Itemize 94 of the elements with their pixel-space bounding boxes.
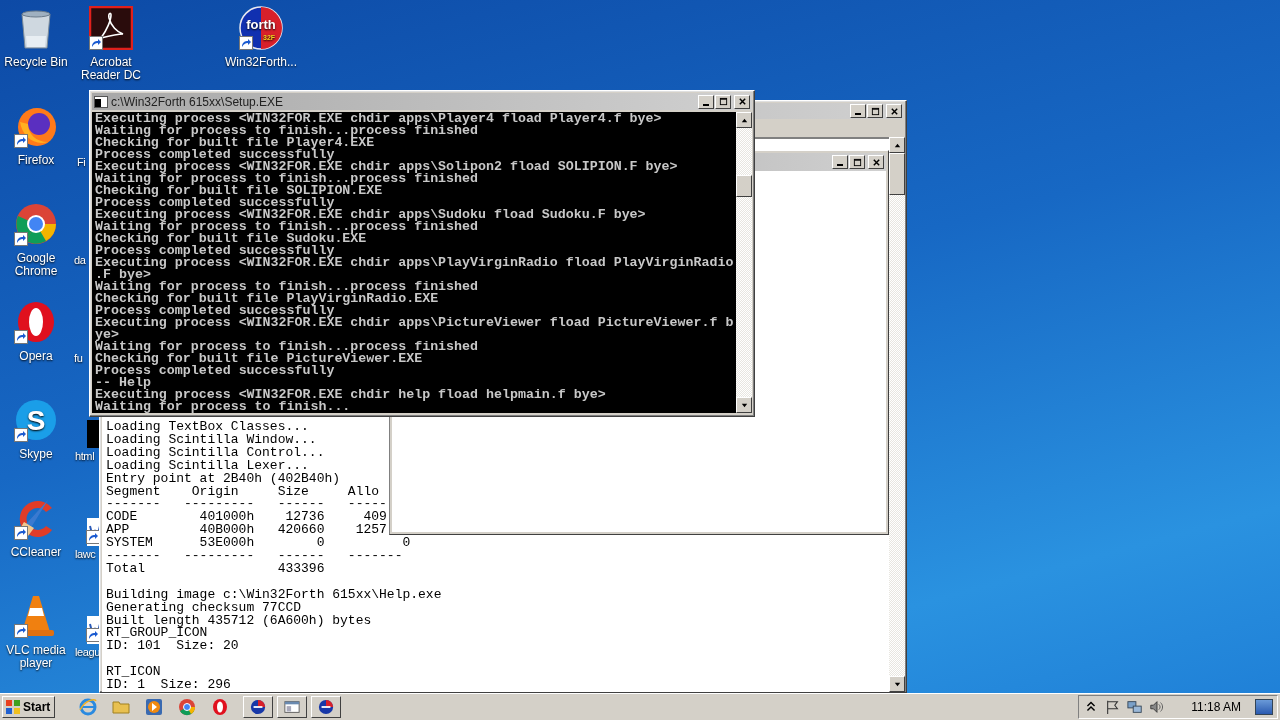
icon-label: lawc <box>75 548 96 561</box>
console-line: Waiting for process to finish...process finished <box>95 173 478 185</box>
console-line: -- Help <box>95 377 151 389</box>
console-line: Waiting for process to finish...process finished <box>95 125 478 137</box>
console-line: ye> <box>95 329 119 341</box>
close-button[interactable] <box>886 104 902 119</box>
output-line: Loading TextBox Classes... <box>106 421 310 434</box>
clock: 11:18 AM <box>1191 700 1241 714</box>
forth-logo-icon <box>318 698 335 716</box>
console-line: Process completed successfully <box>95 149 335 161</box>
console-line: Waiting for process to finish... <box>95 401 352 413</box>
console-icon <box>94 95 108 108</box>
pdf-app-icon <box>89 6 133 50</box>
scroll-up-button[interactable] <box>889 137 905 153</box>
output-line: RT_ICON <box>106 666 161 680</box>
output-line: Building image c:\Win32Forth 615xx\Help.exe <box>106 588 443 602</box>
output-line: Generating checksum 77CCD <box>106 601 303 615</box>
console-line: Process completed successfully <box>95 365 336 377</box>
console-line: Checking for built file PictureViewer.EXE <box>95 353 424 365</box>
close-button[interactable] <box>734 94 750 109</box>
console-line: .F bye> <box>95 269 151 281</box>
console-line: Process completed successfully <box>95 197 335 209</box>
chrome-icon[interactable] <box>178 698 197 716</box>
close-icon <box>889 106 899 116</box>
icon-label: da <box>74 254 86 267</box>
minimize-icon <box>837 164 843 166</box>
windows-logo-icon <box>5 699 21 715</box>
scrollbar[interactable] <box>889 137 905 692</box>
scrollbar-thumb[interactable] <box>736 175 752 197</box>
console-line: Process completed successfully <box>95 305 335 317</box>
output-line: SYSTEM 53E000h 0 0 <box>106 537 412 551</box>
speaker-icon[interactable] <box>1149 699 1166 715</box>
minimize-button[interactable] <box>850 104 866 119</box>
output-line: Loading Scintilla Lexer... <box>106 459 310 473</box>
output-line: ------- --------- ------ ------- <box>106 550 404 563</box>
icon-label: html <box>75 450 95 463</box>
close-icon <box>871 157 881 167</box>
output-line: ------- --------- ------ ----- <box>106 498 388 512</box>
taskbar-button[interactable] <box>311 696 342 718</box>
scrollbar[interactable] <box>736 112 752 413</box>
scrollbar-thumb[interactable] <box>889 153 905 195</box>
scroll-up-button[interactable] <box>736 112 752 128</box>
close-button[interactable] <box>868 155 884 169</box>
output-line: ID: 1 Size: 296 <box>106 679 232 692</box>
output-line: Loading Scintilla Window... <box>106 433 318 447</box>
window-icon <box>284 698 301 716</box>
maximize-icon <box>852 157 862 167</box>
icon-label: leagu <box>75 646 100 659</box>
window-title: c:\Win32Forth 615xx\Setup.EXE <box>111 94 285 109</box>
output-line: Total 433396 <box>106 562 326 576</box>
show-desktop-button[interactable] <box>1255 699 1273 715</box>
output-line: ID: 101 Size: 20 <box>106 640 240 654</box>
console-line: Executing process <WIN32FOR.EXE chdir apps\Player4 fload Player4.f bye> <box>95 113 663 125</box>
maximize-icon <box>870 106 880 116</box>
console-line: Waiting for process to finish...process finished <box>95 281 479 293</box>
icon-label: fu <box>74 352 83 365</box>
console-line: Executing process <WIN32FOR.EXE chdir apps\Sudoku fload Sudoku.F bye> <box>95 209 647 221</box>
maximize-icon <box>718 97 728 106</box>
console-line: Waiting for process to finish...process finished <box>95 221 478 233</box>
output-line: Segment Origin Size Allo <box>106 485 381 499</box>
console-line: Checking for built file PlayVirginRadio.EXE <box>95 293 440 305</box>
maximize-button[interactable] <box>715 94 731 109</box>
start-button[interactable]: Start <box>2 696 56 718</box>
scroll-down-button[interactable] <box>736 397 752 413</box>
close-icon <box>737 97 747 106</box>
taskbar-button[interactable] <box>277 696 308 718</box>
maximize-button[interactable] <box>867 104 883 119</box>
console-line: Waiting for process to finish...process finished <box>95 341 479 353</box>
output-line: Entry point at 2B40h (402B40h) <box>106 472 342 486</box>
console-line: Executing process <WIN32FOR.EXE chdir help fload helpmain.f bye> <box>95 389 607 401</box>
icon-label: Fi <box>77 156 86 169</box>
output-line: CODE 401000h 12736 409 <box>106 511 388 525</box>
media-player-icon[interactable] <box>145 698 164 716</box>
minimize-icon <box>703 103 709 106</box>
output-line: APP 40B000h 420660 1257 <box>106 524 388 538</box>
console-line: Process completed successfully <box>95 245 335 257</box>
network-icon[interactable] <box>1127 699 1144 715</box>
opera-icon[interactable] <box>211 698 230 716</box>
output-line: Loading Scintilla Control... <box>106 446 326 460</box>
console-line: Executing process <WIN32FOR.EXE chdir apps\Solipon2 fload SOLIPION.F bye> <box>95 161 679 173</box>
console-line: Executing process <WIN32FOR.EXE chdir apps\PlayVirginRadio fload PlayVirginRadio <box>95 257 735 269</box>
scroll-down-button[interactable] <box>889 676 905 692</box>
output-line: Built length 435712 (6A600h) bytes <box>106 614 373 628</box>
console-line: Checking for built file Player4.EXE <box>95 137 375 149</box>
forth-logo-icon <box>250 698 267 716</box>
taskbar-button[interactable] <box>243 696 274 718</box>
minimize-icon <box>855 113 861 116</box>
maximize-button[interactable] <box>849 155 865 169</box>
output-line: RT_GROUP_ICON <box>106 627 208 641</box>
console-line: Checking for built file SOLIPION.EXE <box>95 185 383 197</box>
minimize-button[interactable] <box>832 155 848 169</box>
console-line: Executing process <WIN32FOR.EXE chdir apps\PictureViewer fload PictureViewer.f b <box>95 317 735 329</box>
console-line: Checking for built file Sudoku.EXE <box>95 233 367 245</box>
minimize-button[interactable] <box>698 94 714 109</box>
